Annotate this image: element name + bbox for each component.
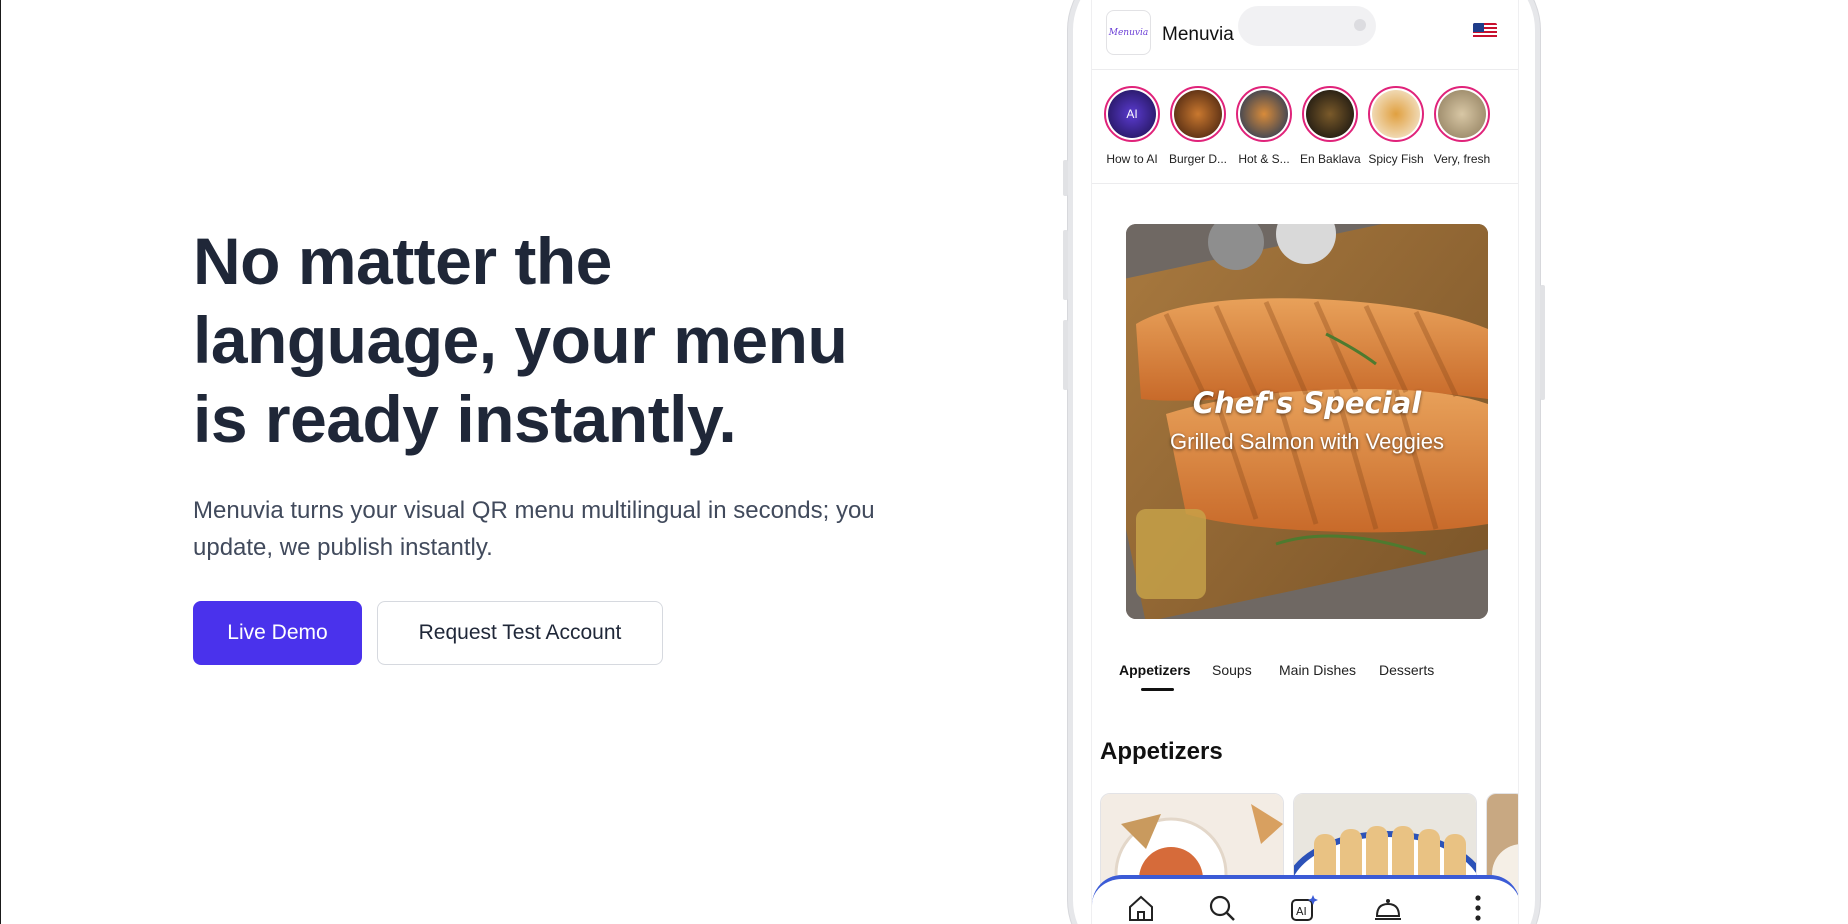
story-label: En Baklava — [1300, 152, 1361, 166]
story-item[interactable]: Very, fresh — [1432, 86, 1492, 166]
story-label: How to AI — [1106, 152, 1158, 166]
tab-desserts[interactable]: Desserts — [1379, 662, 1434, 678]
featured-dish-card[interactable]: Chef's Special Grilled Salmon with Veggi… — [1126, 224, 1488, 619]
story-thumbnail — [1372, 90, 1420, 138]
active-tab-indicator — [1141, 688, 1174, 691]
featured-title: Chef's Special — [1192, 386, 1422, 420]
story-label: Very, fresh — [1433, 152, 1491, 166]
story-thumbnail: AI — [1108, 90, 1156, 138]
hero-section: No matter the language, your menu is rea… — [193, 222, 953, 665]
phone-side-button — [1063, 160, 1068, 196]
ai-icon[interactable]: AI — [1289, 893, 1319, 923]
tab-appetizers[interactable]: Appetizers — [1119, 662, 1191, 678]
app-logo[interactable]: Menuvia — [1106, 10, 1151, 55]
us-flag-icon[interactable] — [1473, 23, 1497, 39]
app-name: Menuvia — [1162, 24, 1234, 45]
stories-row: AI How to AI Burger D... Hot & S... En B… — [1092, 84, 1518, 184]
app-header: Menuvia Menuvia — [1092, 0, 1518, 70]
story-item[interactable]: Spicy Fish — [1366, 86, 1426, 166]
story-label: Hot & S... — [1238, 152, 1290, 166]
story-item[interactable]: AI How to AI — [1102, 86, 1162, 166]
tab-soups[interactable]: Soups — [1212, 662, 1252, 678]
search-icon[interactable] — [1207, 893, 1237, 923]
phone-side-button — [1063, 230, 1068, 300]
section-title: Appetizers — [1100, 738, 1223, 765]
category-tabs: Appetizers Soups Main Dishes Desserts — [1092, 654, 1518, 694]
story-item[interactable]: Hot & S... — [1234, 86, 1294, 166]
more-icon[interactable] — [1463, 893, 1493, 923]
story-item[interactable]: Burger D... — [1168, 86, 1228, 166]
headline-line-1: No matter the — [193, 224, 612, 298]
story-thumbnail — [1306, 90, 1354, 138]
story-label: Burger D... — [1168, 152, 1228, 166]
bottom-navigation: AI — [1092, 875, 1518, 924]
hero-headline: No matter the language, your menu is rea… — [193, 222, 953, 459]
hero-subtext: Menuvia turns your visual QR menu multil… — [193, 497, 875, 561]
home-icon[interactable] — [1126, 893, 1156, 923]
featured-subtitle: Grilled Salmon with Veggies — [1170, 429, 1444, 454]
story-thumbnail — [1240, 90, 1288, 138]
request-test-account-button[interactable]: Request Test Account — [377, 601, 663, 665]
svg-text:AI: AI — [1296, 905, 1307, 918]
story-item[interactable]: En Baklava — [1300, 86, 1361, 166]
phone-side-button — [1063, 320, 1068, 390]
story-label: Spicy Fish — [1368, 152, 1424, 166]
camera-dot — [1354, 19, 1366, 31]
phone-power-button — [1540, 285, 1545, 400]
hero-actions: Live Demo Request Test Account — [193, 601, 953, 665]
story-thumbnail — [1438, 90, 1486, 138]
headline-line-3: is ready instantly. — [193, 382, 737, 456]
window-edge — [0, 0, 1, 924]
story-thumbnail — [1174, 90, 1222, 138]
salmon-image — [1126, 224, 1488, 619]
tab-main-dishes[interactable]: Main Dishes — [1279, 662, 1356, 678]
headline-line-2: language, your menu — [193, 303, 848, 377]
live-demo-button[interactable]: Live Demo — [193, 601, 362, 665]
phone-screen: Menuvia Menuvia AI How to AI Burger D...… — [1091, 0, 1519, 924]
service-bell-icon[interactable] — [1373, 893, 1403, 923]
